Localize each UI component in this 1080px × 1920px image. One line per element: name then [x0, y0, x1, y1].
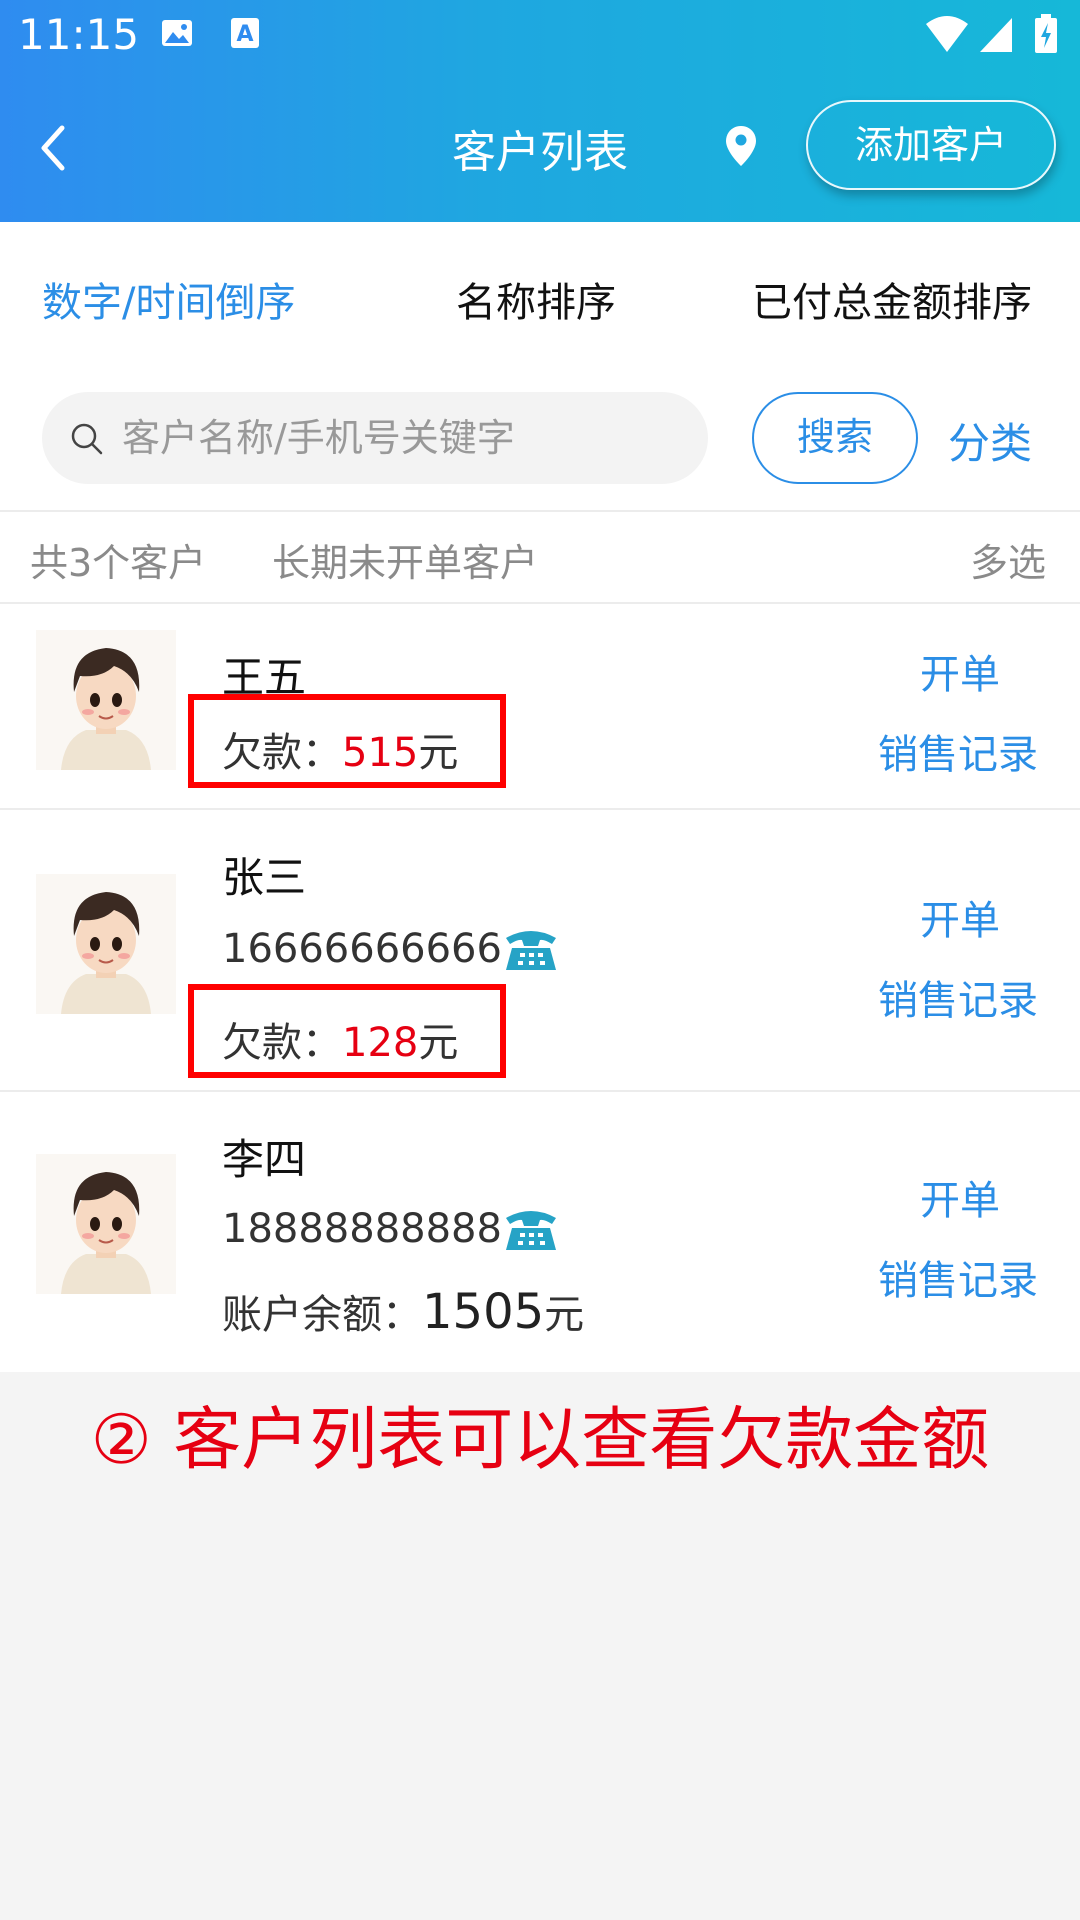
svg-text:A: A [236, 22, 253, 47]
sort-tab-paid-amount[interactable]: 已付总金额排序 [752, 270, 1032, 328]
debt-amount: 515 [342, 730, 419, 776]
search-input[interactable] [120, 404, 684, 472]
debt-text: 欠款：128元 [222, 1010, 458, 1068]
customer-row[interactable]: 王五 欠款：515元 开单 销售记录 [0, 604, 1080, 808]
battery-charging-icon [1035, 14, 1057, 53]
search-button[interactable]: 搜索 [752, 392, 918, 484]
customer-row[interactable]: 张三 16666666666 欠款：128元 开单 销售记录 [0, 810, 1080, 1090]
balance-text: 账户余额：1505元 [222, 1282, 584, 1340]
status-time: 11:15 [18, 10, 140, 59]
debt-amount: 128 [342, 1020, 419, 1066]
debt-text: 欠款：515元 [222, 720, 458, 778]
balance-amount: 1505 [422, 1284, 545, 1340]
customer-count: 共3个客户 [30, 541, 207, 585]
avatar [36, 874, 176, 1014]
phone-icon[interactable] [502, 924, 560, 972]
app-header: 11:15 A 客户列表 添加客户 [0, 0, 1080, 222]
search-icon [71, 423, 103, 455]
customer-name: 张三 [222, 853, 307, 902]
sort-tab-name[interactable]: 名称排序 [456, 270, 616, 328]
currency-unit: 元 [418, 730, 459, 776]
location-pin-icon[interactable] [724, 124, 758, 168]
add-customer-button[interactable]: 添加客户 [806, 100, 1056, 190]
category-button[interactable]: 分类 [948, 410, 1032, 471]
customer-row[interactable]: 李四 18888888888 账户余额：1505元 开单 销售记录 [0, 1092, 1080, 1372]
debt-label: 欠款： [222, 1020, 342, 1066]
debt-label: 欠款： [222, 730, 342, 776]
sales-record-button[interactable]: 销售记录 [878, 968, 1038, 1026]
currency-unit: 元 [544, 1292, 585, 1338]
open-order-button[interactable]: 开单 [920, 642, 1000, 700]
open-order-button[interactable]: 开单 [920, 888, 1000, 946]
inactive-customers-filter[interactable]: 长期未开单客户 [272, 532, 538, 587]
wifi-icon [926, 16, 968, 52]
customer-phone: 16666666666 [222, 926, 502, 972]
image-icon [162, 20, 192, 46]
balance-label: 账户余额： [222, 1292, 422, 1338]
avatar [36, 1154, 176, 1294]
currency-unit: 元 [418, 1020, 459, 1066]
avatar [36, 630, 176, 770]
open-order-button[interactable]: 开单 [920, 1168, 1000, 1226]
phone-icon[interactable] [502, 1204, 560, 1252]
sort-tab-number-time-desc[interactable]: 数字/时间倒序 [42, 270, 295, 328]
signal-icon [980, 18, 1012, 52]
annotation-caption: ② 客户列表可以查看欠款金额 [90, 1401, 990, 1480]
sales-record-button[interactable]: 销售记录 [878, 722, 1038, 780]
font-icon: A [231, 18, 259, 48]
customer-phone: 18888888888 [222, 1206, 502, 1252]
multi-select-button[interactable]: 多选 [970, 532, 1046, 587]
customer-name: 李四 [222, 1135, 307, 1184]
sales-record-button[interactable]: 销售记录 [878, 1248, 1038, 1306]
